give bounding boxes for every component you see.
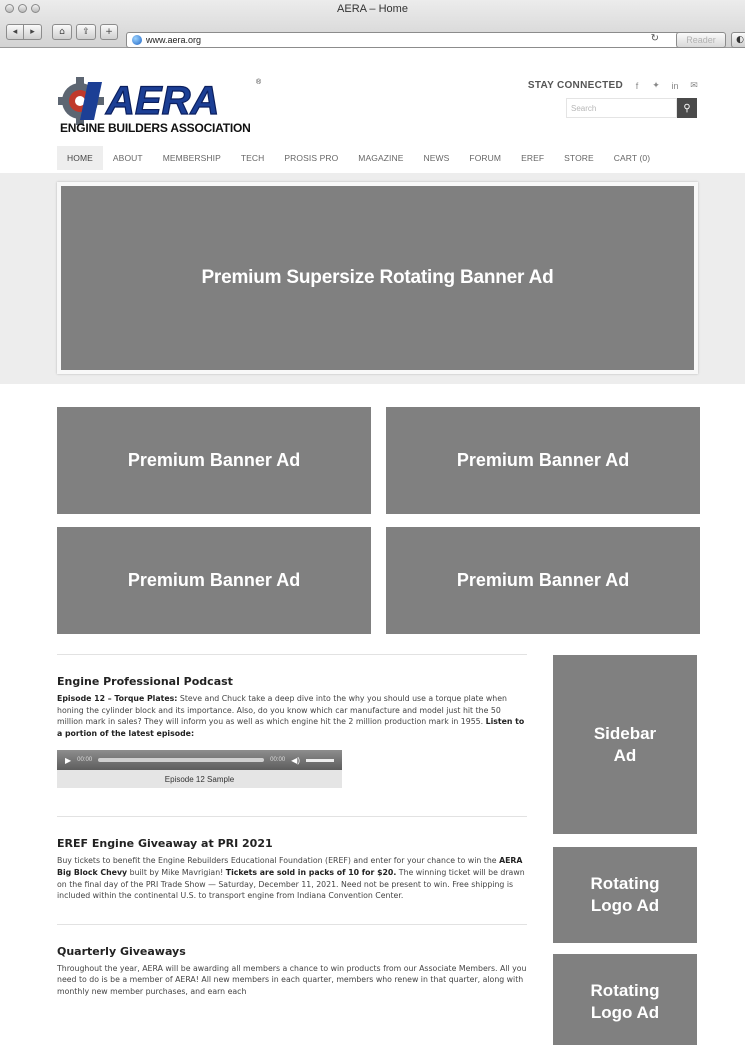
sidebar-ad-label: Sidebar Ad: [593, 723, 657, 765]
hero-ad-label: Premium Supersize Rotating Banner Ad: [201, 267, 554, 288]
nav-item-news[interactable]: NEWS: [414, 146, 460, 170]
reader-button[interactable]: Reader: [676, 32, 726, 48]
nav-item-magazine[interactable]: MAGAZINE: [348, 146, 413, 170]
giveaway-body: Buy tickets to benefit the Engine Rebuil…: [57, 855, 527, 901]
audio-caption: Episode 12 Sample: [164, 774, 235, 784]
quarterly-section: Quarterly Giveaways Throughout the year,…: [57, 925, 527, 998]
quarterly-title: Quarterly Giveaways: [57, 944, 186, 958]
banner-ad-label: Premium Banner Ad: [127, 570, 301, 590]
nav-item-cart[interactable]: CART (0): [604, 146, 660, 170]
banner-ad-label: Premium Banner Ad: [456, 570, 630, 590]
podcast-body: Episode 12 – Torque Plates: Steve and Ch…: [57, 693, 527, 739]
main-nav: HOME ABOUT MEMBERSHIP TECH PROSIS PRO MA…: [57, 146, 660, 170]
new-tab-button[interactable]: +: [100, 24, 118, 40]
page: AERA ® ENGINE BUILDERS ASSOCIATION STAY …: [0, 48, 745, 1045]
site-header: AERA ® ENGINE BUILDERS ASSOCIATION STAY …: [0, 48, 745, 173]
reload-icon[interactable]: ↻: [651, 33, 659, 44]
giveaway-title: EREF Engine Giveaway at PRI 2021: [57, 837, 273, 851]
play-icon[interactable]: ▶: [65, 756, 71, 765]
twitter-icon[interactable]: ✦: [651, 80, 661, 91]
nav-item-store[interactable]: STORE: [554, 146, 604, 170]
forward-button[interactable]: ▸: [24, 24, 42, 40]
banner-ad-label: Premium Banner Ad: [127, 450, 301, 470]
current-time: 00:00: [77, 757, 93, 764]
nav-item-eref[interactable]: EREF: [511, 146, 554, 170]
logo-text: AERA: [105, 79, 219, 123]
banner-ad-3[interactable]: Premium Banner Ad: [57, 527, 371, 634]
search-form: ⚲: [566, 98, 697, 118]
search-button[interactable]: ⚲: [677, 98, 697, 118]
podcast-title: Engine Professional Podcast: [57, 675, 233, 688]
main-content: Engine Professional Podcast Episode 12 –…: [57, 654, 527, 998]
history-buttons: ◂ ▸: [6, 24, 42, 40]
url-text: www.aera.org: [146, 35, 202, 45]
search-icon: ⚲: [683, 102, 691, 114]
window-title: AERA – Home: [337, 3, 408, 15]
quarterly-body: Throughout the year, AERA will be awardi…: [57, 963, 527, 996]
back-button[interactable]: ◂: [6, 24, 24, 40]
facebook-icon[interactable]: f: [632, 81, 642, 91]
banner-ad-2[interactable]: Premium Banner Ad: [386, 407, 700, 514]
home-button[interactable]: ⌂: [52, 24, 72, 40]
address-bar[interactable]: www.aera.org ↻: [126, 32, 698, 48]
giveaway-section: EREF Engine Giveaway at PRI 2021 Buy tic…: [57, 817, 527, 901]
stay-connected-label: STAY CONNECTED: [527, 80, 623, 91]
volume-icon[interactable]: ◀): [291, 756, 300, 765]
hero-banner-ad[interactable]: Premium Supersize Rotating Banner Ad: [57, 182, 698, 374]
podcast-section: Engine Professional Podcast Episode 12 –…: [57, 655, 527, 789]
rotating-logo-ad-1[interactable]: Rotating Logo Ad: [553, 847, 697, 943]
giveaway-text: built by Mike Mavrigian!: [127, 867, 226, 877]
audio-controls: ▶ 00:00 00:00 ◀): [57, 750, 342, 771]
rotating-logo-ad-2[interactable]: Rotating Logo Ad: [553, 954, 697, 1045]
banner-ad-4[interactable]: Premium Banner Ad: [386, 527, 700, 634]
logo-subtitle: ENGINE BUILDERS ASSOCIATION: [60, 121, 251, 135]
nav-item-membership[interactable]: MEMBERSHIP: [153, 146, 231, 170]
site-favicon-icon: [132, 35, 142, 45]
stay-connected: STAY CONNECTED f ✦ in ✉: [528, 80, 699, 91]
audio-progress-slider[interactable]: [98, 758, 265, 763]
browser-chrome: AERA – Home ◂ ▸ ⌂ ⇪ + www.aera.org ↻ Rea…: [0, 0, 745, 48]
audio-player: ▶ 00:00 00:00 ◀) Episode 12 Sample: [57, 750, 342, 789]
logo-ad-label: Rotating Logo Ad: [590, 981, 660, 1022]
sidebar-ad[interactable]: Sidebar Ad: [553, 655, 697, 834]
nav-item-forum[interactable]: FORUM: [459, 146, 511, 170]
share-button[interactable]: ⇪: [76, 24, 96, 40]
podcast-lead: Episode 12 – Torque Plates:: [57, 694, 178, 703]
svg-text:®: ®: [256, 78, 262, 86]
nav-item-about[interactable]: ABOUT: [103, 146, 153, 170]
banner-ad-1[interactable]: Premium Banner Ad: [57, 407, 371, 514]
extension-button[interactable]: ◐: [731, 32, 745, 48]
linkedin-icon[interactable]: in: [670, 81, 680, 91]
banner-ad-label: Premium Banner Ad: [456, 450, 630, 470]
giveaway-text: Buy tickets to benefit the Engine Rebuil…: [57, 856, 500, 866]
nav-item-prosis-pro[interactable]: PROSIS PRO: [274, 146, 348, 170]
logo-ad-label: Rotating Logo Ad: [590, 874, 660, 915]
email-icon[interactable]: ✉: [689, 80, 699, 91]
duration-time: 00:00: [270, 757, 286, 764]
giveaway-tickets: Tickets are sold in packs of 10 for $20.: [225, 867, 397, 877]
volume-slider[interactable]: [306, 758, 334, 762]
search-input[interactable]: [566, 98, 677, 118]
nav-item-tech[interactable]: TECH: [231, 146, 275, 170]
nav-item-home[interactable]: HOME: [57, 146, 103, 170]
